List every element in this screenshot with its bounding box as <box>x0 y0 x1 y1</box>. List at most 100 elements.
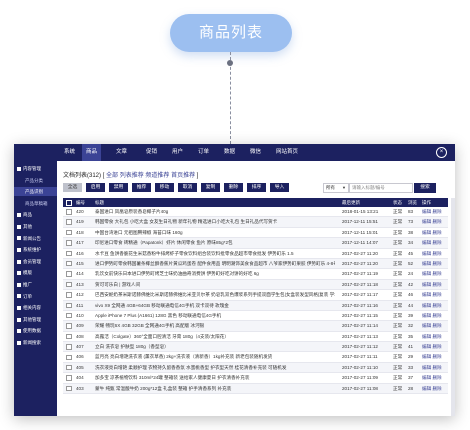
nav-item-0[interactable]: 系统 <box>60 144 79 161</box>
sidebar-item[interactable]: 相关内容 <box>14 303 57 312</box>
row-title[interactable]: 蓝月亮 亮白增艳洗衣液 (薰衣草香) 2kg+洗衣液（清新香）1kg补充装 新老… <box>95 352 335 362</box>
nav-item-8[interactable]: 网站首页 <box>272 144 302 161</box>
filter-select[interactable]: 所有 ▼ <box>323 183 349 193</box>
row-checkbox[interactable] <box>66 301 73 311</box>
table-row[interactable]: 409 荣耀 畅玩6X 4GB 32GB 全网通4G手机 高配版 冰河银 2017-… <box>63 321 448 332</box>
row-actions[interactable]: 编辑 删除 <box>422 332 448 342</box>
row-title[interactable]: 贺可可乐白 | 游戏人间 <box>95 280 335 290</box>
sidebar-item[interactable]: 系统维护 <box>14 245 57 254</box>
sidebar-item[interactable]: 模版 <box>14 268 57 277</box>
row-title[interactable]: 乳饮女前快乐日本进口伊势町烤芝士味奶油曲奇消费饼 伊势町好吃对饼的好吃 6g <box>95 269 335 279</box>
toolbar-button[interactable]: 导入 <box>270 183 289 192</box>
row-actions[interactable]: 编辑 删除 <box>422 217 448 227</box>
row-actions[interactable]: 编辑 删除 <box>422 342 448 352</box>
toolbar-button[interactable]: 推荐 <box>132 183 151 192</box>
row-title[interactable]: 蒙牛 纯甄 常温酸牛奶 200g*12盒 礼盒装 整箱 护手清香系列 补充装 <box>95 384 335 394</box>
table-row[interactable]: 411 vivo X9 全网通 4GB+64GB 移动联通电信4G手机 双卡双待 … <box>63 300 448 311</box>
toolbar-button[interactable]: 禁用 <box>109 183 128 192</box>
doc-filter-link[interactable]: 列表推荐 <box>120 173 144 179</box>
table-row[interactable]: 416 水卡豆 鱼饼香脆花生米菇香粉牛排烤虾子零食饮料组合装饮料批零食品超市零食批… <box>63 248 448 259</box>
row-checkbox[interactable] <box>66 228 73 238</box>
row-checkbox[interactable] <box>66 269 73 279</box>
table-row[interactable]: 419 韩国零食 大礼包 小吃大盒 女友生日礼物 新年礼物 精选进口小吃大礼包 生… <box>63 217 448 228</box>
row-title[interactable]: 高露洁（Colgate）360°全面口腔清洁 牙膏 180g（4支装/太阳花） <box>95 332 335 342</box>
table-row[interactable]: 404 加多宝 凉茶植物饮料 310ml*24罐 整箱装 送给家人健康夏日 护衣清… <box>63 373 448 384</box>
table-row[interactable]: 418 中国台湾进口 元祖图腾辣椒 海苔口味 160g 2017-12-11 15:… <box>63 227 448 239</box>
row-title[interactable]: 印尼进口零食 砖精通（Papatonk）虾片 休闲零食 鱼片 原味85g*2包 <box>95 238 335 248</box>
sidebar-item[interactable]: 推广 <box>14 280 57 289</box>
row-title[interactable]: 洗衣液亮白增艳 柔顺护理 衣物持久留香香氛 水蜜桃香型 护衣型天然 桂花清香补充… <box>95 363 335 373</box>
search-input[interactable]: 请输入标题/编号 <box>349 183 413 193</box>
table-row[interactable]: 420 泰国进口 凤凰皂原装香皂椰子片40g 2018-01-15 13:21 正常 8… <box>63 207 448 218</box>
row-actions[interactable]: 编辑 删除 <box>422 363 448 373</box>
table-row[interactable]: 412 巴西安妮奶茶米斯诺赫佛维比米斯诺赫佛维比米亚贝尔茶 奶皂乳双色爆浆系列手提… <box>63 290 448 301</box>
table-row[interactable]: 417 印尼进口零食 砖精通（Papatonk）虾片 休闲零食 鱼片 原味85g*… <box>63 238 448 249</box>
row-title[interactable]: 中国台湾进口 元祖图腾辣椒 海苔口味 160g <box>95 228 335 238</box>
nav-item-1[interactable]: 商品 <box>82 144 102 161</box>
row-title[interactable]: 立白 洗衣皂 护肤型 180g（香型皂） <box>95 342 335 352</box>
toolbar-button[interactable]: 全选 <box>63 183 82 192</box>
row-actions[interactable]: 编辑 删除 <box>422 280 448 290</box>
select-all-checkbox[interactable] <box>66 198 73 207</box>
sidebar-item[interactable]: 其他管理 <box>14 315 57 324</box>
row-title[interactable]: 水卡豆 鱼饼香脆花生米菇香粉牛排烤虾子零食饮料组合装饮料批零食品超市零食批发 伊… <box>95 249 335 259</box>
table-row[interactable]: 403 蒙牛 纯甄 常温酸牛奶 200g*12盒 礼盒装 整箱 护手清香系列 补充… <box>63 383 448 395</box>
row-checkbox[interactable] <box>66 259 73 269</box>
row-title[interactable]: 巴西安妮奶茶米斯诺赫佛维比米斯诺赫佛维比米亚贝尔茶 奶皂乳双色爆浆系列手提双面学… <box>95 290 335 300</box>
row-actions[interactable]: 编辑 删除 <box>422 238 448 248</box>
sidebar-item[interactable]: 新闻搜索 <box>14 338 57 347</box>
table-row[interactable]: 407 立白 洗衣皂 护肤型 180g（香型皂） 2017-02-27 11:12 正… <box>63 342 448 353</box>
row-title[interactable]: 加多宝 凉茶植物饮料 310ml*24罐 整箱装 送给家人健康夏日 护衣清香补充… <box>95 373 335 383</box>
sidebar-item[interactable]: 其他 <box>14 222 57 231</box>
toolbar-button[interactable]: 删除 <box>224 183 243 192</box>
row-checkbox[interactable] <box>66 280 73 290</box>
sidebar-item[interactable]: 内容管理 <box>14 164 57 173</box>
row-checkbox[interactable] <box>66 384 73 394</box>
row-actions[interactable]: 编辑 删除 <box>422 373 448 383</box>
nav-item-7[interactable]: 微信 <box>246 144 265 161</box>
nav-item-3[interactable]: 促销 <box>142 144 161 161</box>
row-checkbox[interactable] <box>66 207 73 217</box>
sidebar-item[interactable]: 使用数据 <box>14 326 57 335</box>
row-title[interactable]: Apple iPhone 7 Plus (A1661) 128G 黑色 移动联通… <box>95 311 335 321</box>
row-actions[interactable]: 编辑 删除 <box>422 311 448 321</box>
row-actions[interactable]: 编辑 删除 <box>422 321 448 331</box>
row-checkbox[interactable] <box>66 321 73 331</box>
table-row[interactable]: 410 Apple iPhone 7 Plus (A1661) 128G 黑色 移… <box>63 310 448 322</box>
table-row[interactable]: 406 蓝月亮 亮白增艳洗衣液 (薰衣草香) 2kg+洗衣液（清新香）1kg补充装… <box>63 352 448 363</box>
row-title[interactable]: 泰国进口 凤凰皂原装香皂椰子片40g <box>95 207 335 217</box>
toolbar-button[interactable]: 启用 <box>86 183 105 192</box>
sidebar-item[interactable]: 产品识别 <box>14 187 57 197</box>
toolbar-button[interactable]: 移动 <box>155 183 174 192</box>
sidebar-item[interactable]: 产品分类 <box>14 176 57 185</box>
row-title[interactable]: vivo X9 全网通 4GB+64GB 移动联通电信4G手机 双卡双待 玫瑰金 <box>95 301 335 311</box>
row-checkbox[interactable] <box>66 217 73 227</box>
row-actions[interactable]: 编辑 删除 <box>422 301 448 311</box>
row-actions[interactable]: 编辑 删除 <box>422 269 448 279</box>
row-title[interactable]: 韩国零食 大礼包 小吃大盒 女友生日礼物 新年礼物 精选进口小吃大礼包 生日礼品… <box>95 217 335 227</box>
nav-item-6[interactable]: 数据 <box>220 144 239 161</box>
sidebar-item[interactable]: 商品草稿箱 <box>14 199 57 208</box>
row-checkbox[interactable] <box>66 373 73 383</box>
row-checkbox[interactable] <box>66 249 73 259</box>
doc-filter-link[interactable]: 全部 <box>106 173 118 179</box>
doc-filter-link[interactable]: 首页推荐 <box>171 173 195 179</box>
nav-item-4[interactable]: 用户 <box>168 144 187 161</box>
row-checkbox[interactable] <box>66 332 73 342</box>
row-actions[interactable]: 编辑 删除 <box>422 207 448 217</box>
table-row[interactable]: 408 高露洁（Colgate）360°全面口腔清洁 牙膏 180g（4支装/太阳… <box>63 331 448 343</box>
row-actions[interactable]: 编辑 删除 <box>422 352 448 362</box>
row-actions[interactable]: 编辑 删除 <box>422 259 448 269</box>
table-row[interactable]: 414 乳饮女前快乐日本进口伊势町烤芝士味奶油曲奇消费饼 伊势町好吃对饼的好吃 6… <box>63 269 448 280</box>
sidebar-item[interactable]: 订单 <box>14 292 57 301</box>
toolbar-button[interactable]: 复制 <box>201 183 220 192</box>
scrollbar[interactable] <box>451 198 455 416</box>
table-row[interactable]: 415 进口伊势町零食韩国薯条椰丝酥香蕉片黄瓜鸡蛋卷 配件食用品 明明潮饰美食食品… <box>63 258 448 270</box>
row-actions[interactable]: 编辑 删除 <box>422 228 448 238</box>
row-checkbox[interactable] <box>66 352 73 362</box>
row-checkbox[interactable] <box>66 290 73 300</box>
row-checkbox[interactable] <box>66 363 73 373</box>
row-actions[interactable]: 编辑 删除 <box>422 290 448 300</box>
row-checkbox[interactable] <box>66 238 73 248</box>
sidebar-item[interactable]: 商品 <box>14 210 57 219</box>
